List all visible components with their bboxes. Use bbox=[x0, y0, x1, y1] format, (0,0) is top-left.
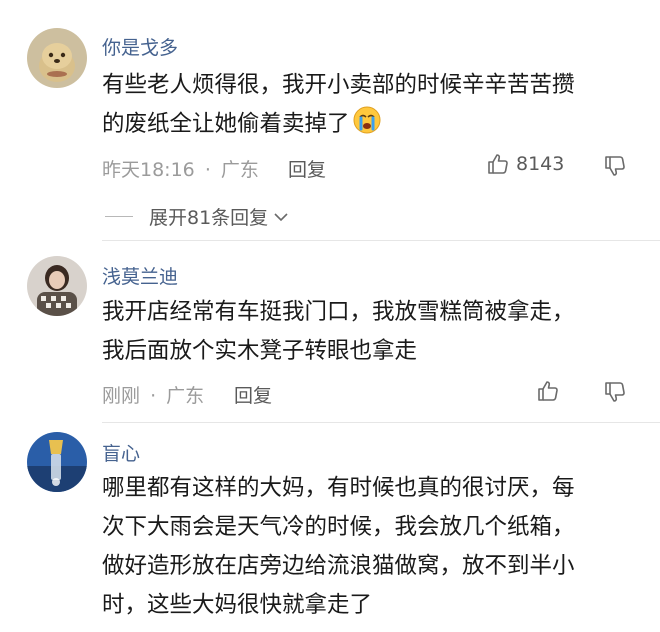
username[interactable]: 你是戈多 bbox=[102, 33, 178, 60]
thumbs-up-icon[interactable] bbox=[536, 379, 560, 403]
avatar[interactable] bbox=[27, 432, 87, 492]
comment-text-line: 的废纸全让她偷着卖掉了 bbox=[102, 105, 642, 144]
username[interactable]: 盲心 bbox=[102, 439, 140, 466]
divider-dash bbox=[105, 216, 133, 217]
comment-meta: 刚刚 · 广东 bbox=[102, 381, 204, 408]
comment-text-line: 有些老人烦得很，我开小卖部的时候辛辛苦苦攒 bbox=[102, 72, 575, 98]
meta-separator: · bbox=[204, 159, 211, 181]
comment-text-line: 我后面放个实木凳子转眼也拿走 bbox=[102, 338, 418, 364]
comment-text: 有些老人烦得很，我开小卖部的时候辛辛苦苦攒 的废纸全让她偷着卖掉了 bbox=[102, 66, 642, 144]
location: 广东 bbox=[166, 385, 205, 407]
comment-text-line: 时，这些大妈很快就拿走了 bbox=[102, 592, 373, 618]
comment-text-line: 哪里都有这样的大妈，有时候也真的很讨厌，每 bbox=[102, 475, 575, 501]
expand-replies-button[interactable]: 展开81条回复 bbox=[105, 203, 288, 230]
comment-text-line: 做好造形放在店旁边给流浪猫做窝，放不到半小 bbox=[102, 553, 575, 579]
comment-3: 盲心 哪里都有这样的大妈，有时候也真的很讨厌，每 次下大雨会是天气冷的时候，我会… bbox=[0, 422, 660, 632]
avatar[interactable] bbox=[27, 256, 87, 316]
comment-1: 你是戈多 有些老人烦得很，我开小卖部的时候辛辛苦苦攒 的废纸全让她偷着卖掉了 昨… bbox=[0, 0, 660, 235]
meta-separator: · bbox=[150, 385, 157, 407]
timestamp: 刚刚 bbox=[102, 385, 141, 407]
chevron-down-icon bbox=[274, 212, 288, 222]
comment-2: 浅莫兰迪 我开店经常有车挺我门口，我放雪糕筒被拿走， 我后面放个实木凳子转眼也拿… bbox=[0, 240, 660, 420]
comment-text-line: 我开店经常有车挺我门口，我放雪糕筒被拿走， bbox=[102, 299, 575, 325]
crying-face-icon bbox=[352, 105, 382, 135]
comment-text: 我开店经常有车挺我门口，我放雪糕筒被拿走， 我后面放个实木凳子转眼也拿走 bbox=[102, 293, 642, 371]
comment-text-line: 次下大雨会是天气冷的时候，我会放几个纸箱， bbox=[102, 514, 575, 540]
reply-button[interactable]: 回复 bbox=[234, 381, 272, 408]
expand-replies-label: 展开81条回复 bbox=[149, 207, 269, 229]
timestamp: 昨天18:16 bbox=[102, 159, 195, 181]
username[interactable]: 浅莫兰迪 bbox=[102, 262, 178, 289]
location: 广东 bbox=[220, 159, 259, 181]
like-count: 8143 bbox=[516, 153, 565, 175]
thumbs-down-icon[interactable] bbox=[603, 380, 627, 404]
thumbs-down-icon[interactable] bbox=[603, 154, 627, 178]
comment-text: 哪里都有这样的大妈，有时候也真的很讨厌，每 次下大雨会是天气冷的时候，我会放几个… bbox=[102, 469, 642, 625]
avatar[interactable] bbox=[27, 28, 87, 88]
comment-meta: 昨天18:16 · 广东 bbox=[102, 155, 259, 182]
reply-button[interactable]: 回复 bbox=[288, 155, 326, 182]
thumbs-up-icon bbox=[486, 152, 510, 176]
like-button[interactable]: 8143 bbox=[486, 152, 564, 176]
